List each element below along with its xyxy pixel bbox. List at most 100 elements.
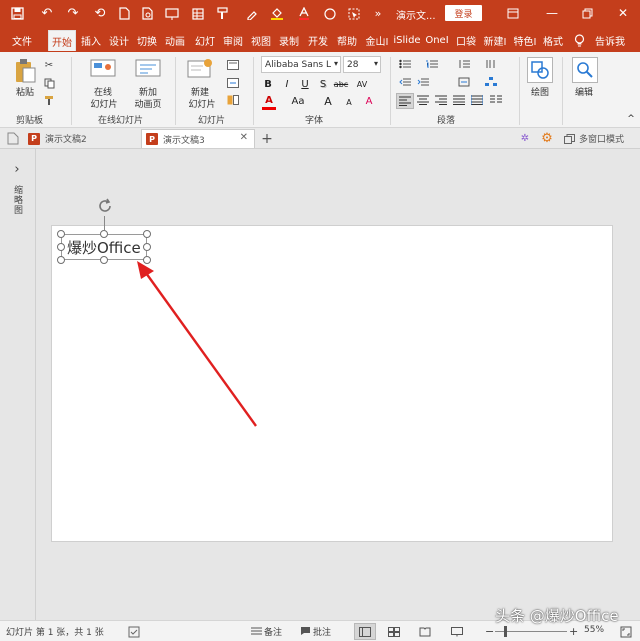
- tab-slideshow[interactable]: 幻灯: [192, 30, 218, 51]
- bullets-icon[interactable]: [398, 58, 412, 70]
- close-tab-icon[interactable]: ✕: [240, 132, 248, 143]
- increase-indent-icon[interactable]: [416, 76, 430, 88]
- cut-icon[interactable]: ✂: [42, 59, 56, 71]
- settings-gear-icon[interactable]: ⚙: [540, 131, 554, 146]
- tab-tell-me[interactable]: 告诉我: [592, 30, 628, 51]
- resize-handle[interactable]: [143, 256, 151, 264]
- paste-icon[interactable]: [13, 57, 37, 85]
- tab-design[interactable]: 设计: [107, 30, 131, 51]
- reading-view-icon[interactable]: [418, 625, 432, 638]
- minimize-icon[interactable]: —: [541, 4, 563, 22]
- tab-insert[interactable]: 插入: [79, 30, 103, 51]
- undo-icon[interactable]: ↶: [38, 4, 56, 23]
- zoom-level[interactable]: 55%: [584, 625, 604, 635]
- font-color-icon[interactable]: [295, 4, 313, 23]
- tab-kingsoft[interactable]: 金山I: [363, 30, 391, 51]
- zoom-out-button[interactable]: −: [485, 625, 494, 638]
- new-icon[interactable]: [115, 4, 133, 23]
- copy-icon[interactable]: [42, 77, 56, 89]
- online-slides-icon[interactable]: [90, 58, 116, 80]
- tab-home[interactable]: 开始: [48, 30, 76, 51]
- align-text-icon[interactable]: [457, 76, 471, 88]
- restore-icon[interactable]: [576, 4, 598, 22]
- drawing-icon[interactable]: [527, 57, 553, 83]
- present-icon[interactable]: [163, 4, 181, 23]
- clear-format-button[interactable]: A: [362, 94, 376, 108]
- normal-view-icon[interactable]: [354, 623, 376, 640]
- font-size-select[interactable]: 28 ▾: [343, 56, 381, 73]
- new-slide-icon[interactable]: [187, 58, 213, 80]
- resize-handle[interactable]: [57, 243, 65, 251]
- notes-icon[interactable]: [250, 625, 262, 637]
- new-animation-icon[interactable]: [135, 58, 161, 80]
- grow-font-button[interactable]: A: [322, 94, 334, 108]
- slide-sorter-icon[interactable]: [387, 625, 401, 638]
- tab-format[interactable]: 格式: [541, 30, 565, 51]
- document-icon[interactable]: [6, 131, 20, 145]
- line-spacing-icon[interactable]: [457, 58, 471, 70]
- resize-handle[interactable]: [57, 256, 65, 264]
- slideshow-view-icon[interactable]: [450, 625, 464, 638]
- new-anim-label-2[interactable]: 动画页: [126, 97, 170, 110]
- slide-canvas[interactable]: [51, 225, 613, 542]
- comments-icon[interactable]: [299, 625, 311, 637]
- lightbulb-icon[interactable]: [570, 30, 588, 51]
- close-icon[interactable]: ✕: [612, 4, 634, 22]
- accessibility-icon[interactable]: [127, 625, 140, 638]
- fit-to-window-icon[interactable]: [619, 625, 632, 638]
- columns-icon[interactable]: [489, 94, 503, 106]
- resize-handle[interactable]: [57, 230, 65, 238]
- zoom-in-button[interactable]: +: [569, 625, 578, 638]
- textbox-text[interactable]: 爆炒Office: [67, 237, 141, 258]
- drawing-label[interactable]: 绘图: [525, 85, 555, 98]
- font-color-button[interactable]: A: [262, 94, 276, 110]
- tab-transitions[interactable]: 切换: [135, 30, 159, 51]
- rotate-handle-icon[interactable]: [97, 198, 113, 214]
- align-left-icon[interactable]: [396, 93, 414, 109]
- tab-file[interactable]: 文件: [8, 30, 36, 51]
- doc-tab[interactable]: P 演示文稿2: [24, 129, 140, 148]
- justify-icon[interactable]: [452, 94, 466, 106]
- tab-help[interactable]: 帮助: [335, 30, 359, 51]
- strikethrough-button[interactable]: abc: [333, 77, 349, 91]
- login-button[interactable]: 登录: [445, 5, 482, 21]
- expand-pane-icon[interactable]: ›: [11, 162, 23, 177]
- decrease-indent-icon[interactable]: [398, 76, 412, 88]
- format-painter-icon[interactable]: [214, 4, 232, 23]
- change-case-button[interactable]: Aa: [289, 94, 307, 108]
- thumbnail-label[interactable]: 缩略图: [11, 185, 24, 215]
- resize-handle[interactable]: [143, 230, 151, 238]
- ribbon-display-icon[interactable]: [502, 4, 524, 22]
- char-spacing-button[interactable]: AV: [354, 77, 370, 91]
- print-preview-icon[interactable]: [139, 4, 157, 23]
- select-icon[interactable]: [345, 4, 363, 23]
- fill-color-icon[interactable]: [268, 4, 286, 23]
- tab-developer[interactable]: 开发: [305, 30, 331, 51]
- section-icon[interactable]: [226, 94, 240, 106]
- layout-icon[interactable]: [226, 59, 240, 71]
- save-icon[interactable]: [8, 4, 26, 23]
- zoom-slider-thumb[interactable]: [504, 626, 507, 637]
- notes-button[interactable]: 备注: [264, 625, 282, 638]
- resize-handle[interactable]: [143, 243, 151, 251]
- format-painter-small-icon[interactable]: [42, 94, 56, 106]
- tab-new[interactable]: 新建I: [481, 30, 509, 51]
- editing-search-icon[interactable]: [572, 57, 598, 83]
- tab-pocket[interactable]: 口袋: [454, 30, 478, 51]
- new-slide-label-2[interactable]: 幻灯片: [180, 97, 224, 110]
- add-tab-button[interactable]: +: [259, 129, 275, 148]
- paste-label[interactable]: 粘贴: [13, 85, 37, 98]
- tab-record[interactable]: 录制: [277, 30, 301, 51]
- font-family-select[interactable]: Alibaba Sans L ▾: [261, 56, 341, 73]
- smartart-icon[interactable]: [484, 76, 498, 88]
- reset-slide-icon[interactable]: [226, 77, 240, 89]
- align-center-icon[interactable]: [416, 94, 430, 106]
- shadow-button[interactable]: S: [317, 77, 329, 91]
- comments-button[interactable]: 批注: [313, 625, 331, 638]
- table-icon[interactable]: [189, 4, 207, 23]
- numbering-icon[interactable]: [425, 58, 439, 70]
- align-right-icon[interactable]: [434, 94, 448, 106]
- editing-label[interactable]: 编辑: [569, 85, 599, 98]
- tab-view[interactable]: 视图: [249, 30, 273, 51]
- tab-animations[interactable]: 动画: [163, 30, 187, 51]
